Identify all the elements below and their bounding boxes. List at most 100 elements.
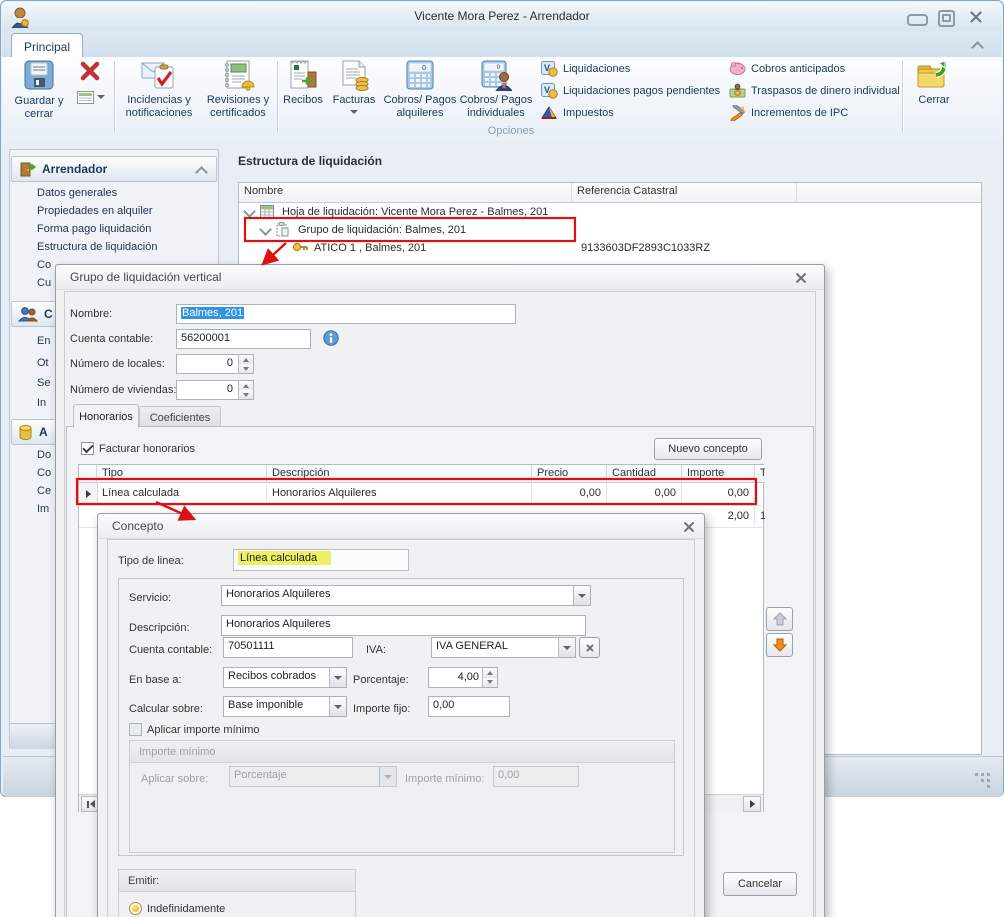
- ribbon-collapse-button[interactable]: [969, 39, 987, 53]
- iva-combo[interactable]: IVA GENERAL: [431, 637, 576, 658]
- key-icon: [292, 242, 308, 252]
- nuevo-concepto-button[interactable]: Nuevo concepto: [654, 438, 762, 460]
- viviendas-input[interactable]: 0: [176, 380, 254, 400]
- tipo-linea-value: Línea calculada: [238, 551, 331, 565]
- cobros-individuales-button[interactable]: 0 Cobros/ Pagos individuales: [459, 59, 533, 120]
- cell-tipo: Línea calculada: [97, 484, 267, 502]
- sidebar-item-datos-generales[interactable]: Datos generales: [37, 187, 213, 199]
- tab-principal[interactable]: Principal: [11, 33, 83, 59]
- table-row[interactable]: ATICO 1 , Balmes, 201 9133603DF2893C1033…: [239, 239, 981, 257]
- incidencias-button[interactable]: Incidencias y notificaciones: [119, 59, 199, 120]
- cell-cantidad: 0,00: [607, 484, 682, 502]
- save-close-button[interactable]: Guardar y cerrar: [11, 59, 67, 121]
- grid-col-importe[interactable]: Importe: [682, 465, 755, 483]
- sheet-icon: [260, 205, 274, 218]
- facturas-button[interactable]: Facturas: [327, 59, 381, 114]
- tipo-linea-field[interactable]: Línea calculada: [233, 549, 409, 571]
- grid-col-precio[interactable]: Precio: [532, 465, 607, 483]
- dialog-grupo-titlebar[interactable]: Grupo de liquidación vertical: [56, 265, 824, 290]
- importe-fijo-input[interactable]: 0,00: [428, 696, 510, 717]
- table-row[interactable]: Grupo de liquidación: Balmes, 201: [239, 221, 981, 239]
- recibos-button[interactable]: Recibos: [281, 59, 325, 107]
- grid-col-tipo[interactable]: Tipo: [97, 465, 267, 483]
- importe-minimo-input[interactable]: 0,00: [493, 766, 579, 787]
- cobros-anticipados-label: Cobros anticipados: [751, 63, 845, 75]
- tree-col-blank[interactable]: [797, 183, 981, 203]
- indefinidamente-radio[interactable]: [129, 902, 142, 915]
- info-icon[interactable]: [323, 330, 339, 346]
- delete-button[interactable]: [79, 61, 103, 83]
- tree-col-nombre[interactable]: Nombre: [239, 183, 572, 203]
- dialog-concepto-title: Concepto: [112, 519, 163, 533]
- tab-coeficientes[interactable]: Coeficientes: [139, 406, 221, 428]
- titlebar[interactable]: Vicente Mora Perez - Arrendador: [2, 2, 1002, 31]
- chevron-down-icon[interactable]: [329, 668, 346, 687]
- calcular-sobre-combo[interactable]: Base imponible: [223, 696, 347, 717]
- descripcion-label: Descripción:: [129, 622, 190, 634]
- tab-coeficientes-label: Coeficientes: [150, 412, 211, 424]
- dialog-concepto-titlebar[interactable]: Concepto: [98, 514, 704, 539]
- sidebar-item-estructura[interactable]: Estructura de liquidación: [37, 241, 213, 253]
- expand-chevron-icon[interactable]: [259, 223, 272, 236]
- close-dialog-button[interactable]: [682, 520, 696, 534]
- move-down-button[interactable]: [766, 633, 793, 657]
- tab-honorarios[interactable]: Honorarios: [73, 404, 139, 428]
- chevron-down-icon[interactable]: [558, 638, 575, 657]
- porcentaje-input[interactable]: 4,00: [428, 667, 498, 688]
- table-row[interactable]: Hoja de liquidación: Vicente Mora Perez …: [239, 203, 981, 221]
- chevron-down-icon[interactable]: [573, 586, 590, 605]
- en-base-a-value: Recibos cobrados: [228, 670, 316, 682]
- ipc-tools-icon: [729, 105, 746, 121]
- impuestos-button[interactable]: Impuestos: [541, 105, 614, 121]
- locales-spinner[interactable]: [238, 355, 253, 373]
- aplicar-sobre-value: Porcentaje: [234, 769, 287, 781]
- restore-button[interactable]: [938, 10, 955, 27]
- cancel-button[interactable]: Cancelar: [723, 872, 797, 896]
- calcular-sobre-label: Calcular sobre:: [129, 703, 203, 715]
- sidebar-item-propiedades[interactable]: Propiedades en alquiler: [37, 205, 213, 217]
- cobros-anticipados-button[interactable]: Cobros anticipados: [729, 61, 845, 76]
- servicio-combo[interactable]: Honorarios Alquileres: [221, 585, 591, 606]
- descripcion-input[interactable]: Honorarios Alquileres: [221, 615, 586, 636]
- layout-dropdown-button[interactable]: [75, 88, 107, 106]
- cuenta-contable-input[interactable]: 56200001: [176, 329, 311, 349]
- move-up-button[interactable]: [766, 607, 793, 631]
- porcentaje-spinner[interactable]: [482, 668, 497, 687]
- ipc-button[interactable]: Incrementos de IPC: [729, 105, 848, 121]
- chevron-down-icon[interactable]: [329, 697, 346, 716]
- iva-clear-button[interactable]: [579, 637, 600, 658]
- table-row[interactable]: Línea calculada Honorarios Alquileres 0,…: [79, 483, 763, 506]
- traspasos-button[interactable]: Traspasos de dinero individual: [729, 83, 900, 98]
- facturar-checkbox[interactable]: [81, 442, 94, 455]
- tab-principal-label: Principal: [24, 40, 70, 54]
- viviendas-spinner[interactable]: [238, 381, 253, 399]
- scroll-right-button[interactable]: [743, 796, 761, 812]
- liquidaciones-button[interactable]: V Liquidaciones: [541, 61, 630, 77]
- iva-label: IVA:: [366, 644, 386, 656]
- aplicar-sobre-combo[interactable]: Porcentaje: [229, 766, 397, 787]
- resize-grip[interactable]: [975, 773, 991, 789]
- close-dialog-button[interactable]: [794, 271, 808, 285]
- tree-col-referencia[interactable]: Referencia Catastral: [572, 183, 797, 203]
- aplicar-minimo-checkbox[interactable]: [129, 723, 142, 736]
- facturas-label: Facturas: [333, 94, 376, 107]
- en-base-a-combo[interactable]: Recibos cobrados: [223, 667, 347, 688]
- receipt-icon: [288, 59, 318, 91]
- minimize-button[interactable]: [907, 14, 928, 26]
- cuenta-contable-input[interactable]: 70501111: [223, 637, 353, 658]
- grid-col-descripcion[interactable]: Descripción: [267, 465, 532, 483]
- expand-chevron-icon[interactable]: [243, 205, 256, 218]
- sidebar-group-arrendador[interactable]: Arrendador: [11, 156, 217, 182]
- liquidaciones-pendientes-button[interactable]: V Liquidaciones pagos pendientes: [541, 83, 720, 99]
- cerrar-button[interactable]: Cerrar: [907, 59, 961, 107]
- sidebar-item-forma-pago[interactable]: Forma pago liquidación: [37, 223, 213, 235]
- nombre-input[interactable]: Balmes, 201: [176, 304, 516, 324]
- locales-input[interactable]: 0: [176, 354, 254, 374]
- dialog-grupo-title: Grupo de liquidación vertical: [70, 270, 221, 284]
- grid-col-cantidad[interactable]: Cantidad: [607, 465, 682, 483]
- close-window-button[interactable]: [968, 9, 983, 24]
- cobros-alquileres-button[interactable]: 0 Cobros/ Pagos alquileres: [383, 59, 457, 120]
- tree-row-ref: 9133603DF2893C1033RZ: [576, 239, 796, 257]
- grid-col-truncated[interactable]: T: [755, 465, 765, 483]
- revisiones-button[interactable]: Revisiones y certificados: [201, 59, 275, 120]
